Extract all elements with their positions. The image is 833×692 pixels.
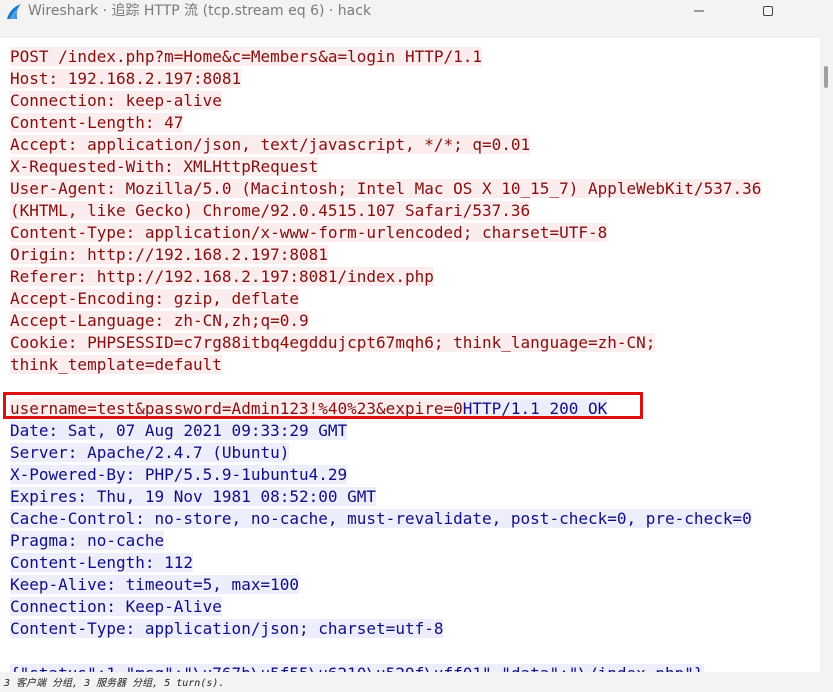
- request-header-cookie-cont: think_template=default: [10, 355, 222, 374]
- response-header: Connection: Keep-Alive: [10, 596, 761, 618]
- request-header: (KHTML, like Gecko) Chrome/92.0.4515.107…: [10, 200, 761, 222]
- request-header-origin: Origin: http://192.168.2.197:8081: [10, 245, 328, 264]
- response-header: Server: Apache/2.4.7 (Ubuntu): [10, 442, 761, 464]
- request-header: Connection: keep-alive: [10, 90, 761, 112]
- maximize-button[interactable]: [745, 0, 791, 22]
- status-bar: 3 客户端 分组, 3 服务器 分组, 5 turn(s).: [0, 672, 833, 692]
- response-body-line: {"status":1,"msg":"\u767b\u5f55\u6210\u5…: [10, 663, 704, 672]
- response-header-content-type: Content-Type: application/json; charset=…: [10, 619, 444, 638]
- request-header: think_template=default: [10, 354, 761, 376]
- response-header-pragma: Pragma: no-cache: [10, 531, 165, 550]
- request-header-user-agent-cont: (KHTML, like Gecko) Chrome/92.0.4515.107…: [10, 201, 531, 220]
- response-header-content-length: Content-Length: 112: [10, 553, 194, 572]
- credentials-highlight-box: [3, 392, 643, 419]
- maximize-icon: [763, 6, 773, 16]
- response-header: Keep-Alive: timeout=5, max=100: [10, 574, 761, 596]
- packet-summary: 3 客户端 分组, 3 服务器 分组, 5 turn(s).: [4, 678, 225, 689]
- request-start-line: POST /index.php?m=Home&c=Members&a=login…: [10, 47, 483, 66]
- request-header: Accept: application/json, text/javascrip…: [10, 134, 761, 156]
- request-header: User-Agent: Mozilla/5.0 (Macintosh; Inte…: [10, 178, 762, 200]
- response-header-x-powered-by: X-Powered-By: PHP/5.5.9-1ubuntu4.29: [10, 465, 348, 484]
- minimize-button[interactable]: [676, 0, 722, 22]
- request-header-accept-language: Accept-Language: zh-CN,zh;q=0.9: [10, 311, 309, 330]
- request-header: X-Requested-With: XMLHttpRequest: [10, 156, 761, 178]
- request-header-host: Host: 192.168.2.197:8081: [10, 69, 242, 88]
- title-bar[interactable]: Wireshark · 追踪 HTTP 流 (tcp.stream eq 6) …: [0, 0, 833, 30]
- response-body: {"status":1,"msg":"\u767b\u5f55\u6210\u5…: [10, 664, 704, 672]
- request-header-referer: Referer: http://192.168.2.197:8081/index…: [10, 267, 434, 286]
- response-header-server: Server: Apache/2.4.7 (Ubuntu): [10, 443, 290, 462]
- response-header: Content-Length: 112: [10, 552, 761, 574]
- window-title: Wireshark · 追踪 HTTP 流 (tcp.stream eq 6) …: [28, 3, 372, 19]
- response-header: X-Powered-By: PHP/5.5.9-1ubuntu4.29: [10, 464, 761, 486]
- minimize-icon: [694, 10, 704, 12]
- request-header: Cookie: PHPSESSID=c7rg88itbq4egddujcpt67…: [10, 332, 761, 354]
- request-header-user-agent: User-Agent: Mozilla/5.0 (Macintosh; Inte…: [10, 179, 762, 198]
- request-header-content-type: Content-Type: application/x-www-form-url…: [10, 223, 608, 242]
- response-header: Pragma: no-cache: [10, 530, 761, 552]
- response-header-expires: Expires: Thu, 19 Nov 1981 08:52:00 GMT: [10, 487, 377, 506]
- request-header: Origin: http://192.168.2.197:8081: [10, 244, 761, 266]
- request-header-x-requested-with: X-Requested-With: XMLHttpRequest: [10, 157, 319, 176]
- response-header: Date: Sat, 07 Aug 2021 09:33:29 GMT: [10, 420, 761, 442]
- vertical-scrollbar[interactable]: [820, 38, 833, 672]
- request-header-content-length: Content-Length: 47: [10, 113, 184, 132]
- request-header: Accept-Language: zh-CN,zh;q=0.9: [10, 310, 761, 332]
- request-header: Content-Type: application/x-www-form-url…: [10, 222, 761, 244]
- follow-http-stream-window: Wireshark · 追踪 HTTP 流 (tcp.stream eq 6) …: [0, 0, 833, 692]
- scrollbar-thumb[interactable]: [824, 66, 828, 88]
- response-header-keep-alive: Keep-Alive: timeout=5, max=100: [10, 575, 299, 594]
- request-header-accept: Accept: application/json, text/javascrip…: [10, 135, 531, 154]
- response-header: Content-Type: application/json; charset=…: [10, 618, 761, 640]
- request-header: Content-Length: 47: [10, 112, 761, 134]
- request-header: Accept-Encoding: gzip, deflate: [10, 288, 761, 310]
- request-header-accept-encoding: Accept-Encoding: gzip, deflate: [10, 289, 299, 308]
- request-line: POST /index.php?m=Home&c=Members&a=login…: [10, 46, 761, 68]
- response-header: Cache-Control: no-store, no-cache, must-…: [10, 508, 761, 530]
- request-header-connection: Connection: keep-alive: [10, 91, 222, 110]
- stream-text-area[interactable]: POST /index.php?m=Home&c=Members&a=login…: [0, 38, 820, 672]
- response-body-clipped: {"status":1,"msg":"\u767b\u5f55\u6210\u5…: [10, 663, 704, 672]
- response-header-connection: Connection: Keep-Alive: [10, 597, 222, 616]
- response-header: Expires: Thu, 19 Nov 1981 08:52:00 GMT: [10, 486, 761, 508]
- request-header: Referer: http://192.168.2.197:8081/index…: [10, 266, 761, 288]
- request-header: Host: 192.168.2.197:8081: [10, 68, 761, 90]
- response-header-date: Date: Sat, 07 Aug 2021 09:33:29 GMT: [10, 421, 348, 440]
- request-header-cookie: Cookie: PHPSESSID=c7rg88itbq4egddujcpt67…: [10, 333, 656, 352]
- wireshark-fin-icon: [5, 3, 23, 21]
- response-header-cache-control: Cache-Control: no-store, no-cache, must-…: [10, 509, 752, 528]
- stream-content: POST /index.php?m=Home&c=Members&a=login…: [10, 46, 762, 640]
